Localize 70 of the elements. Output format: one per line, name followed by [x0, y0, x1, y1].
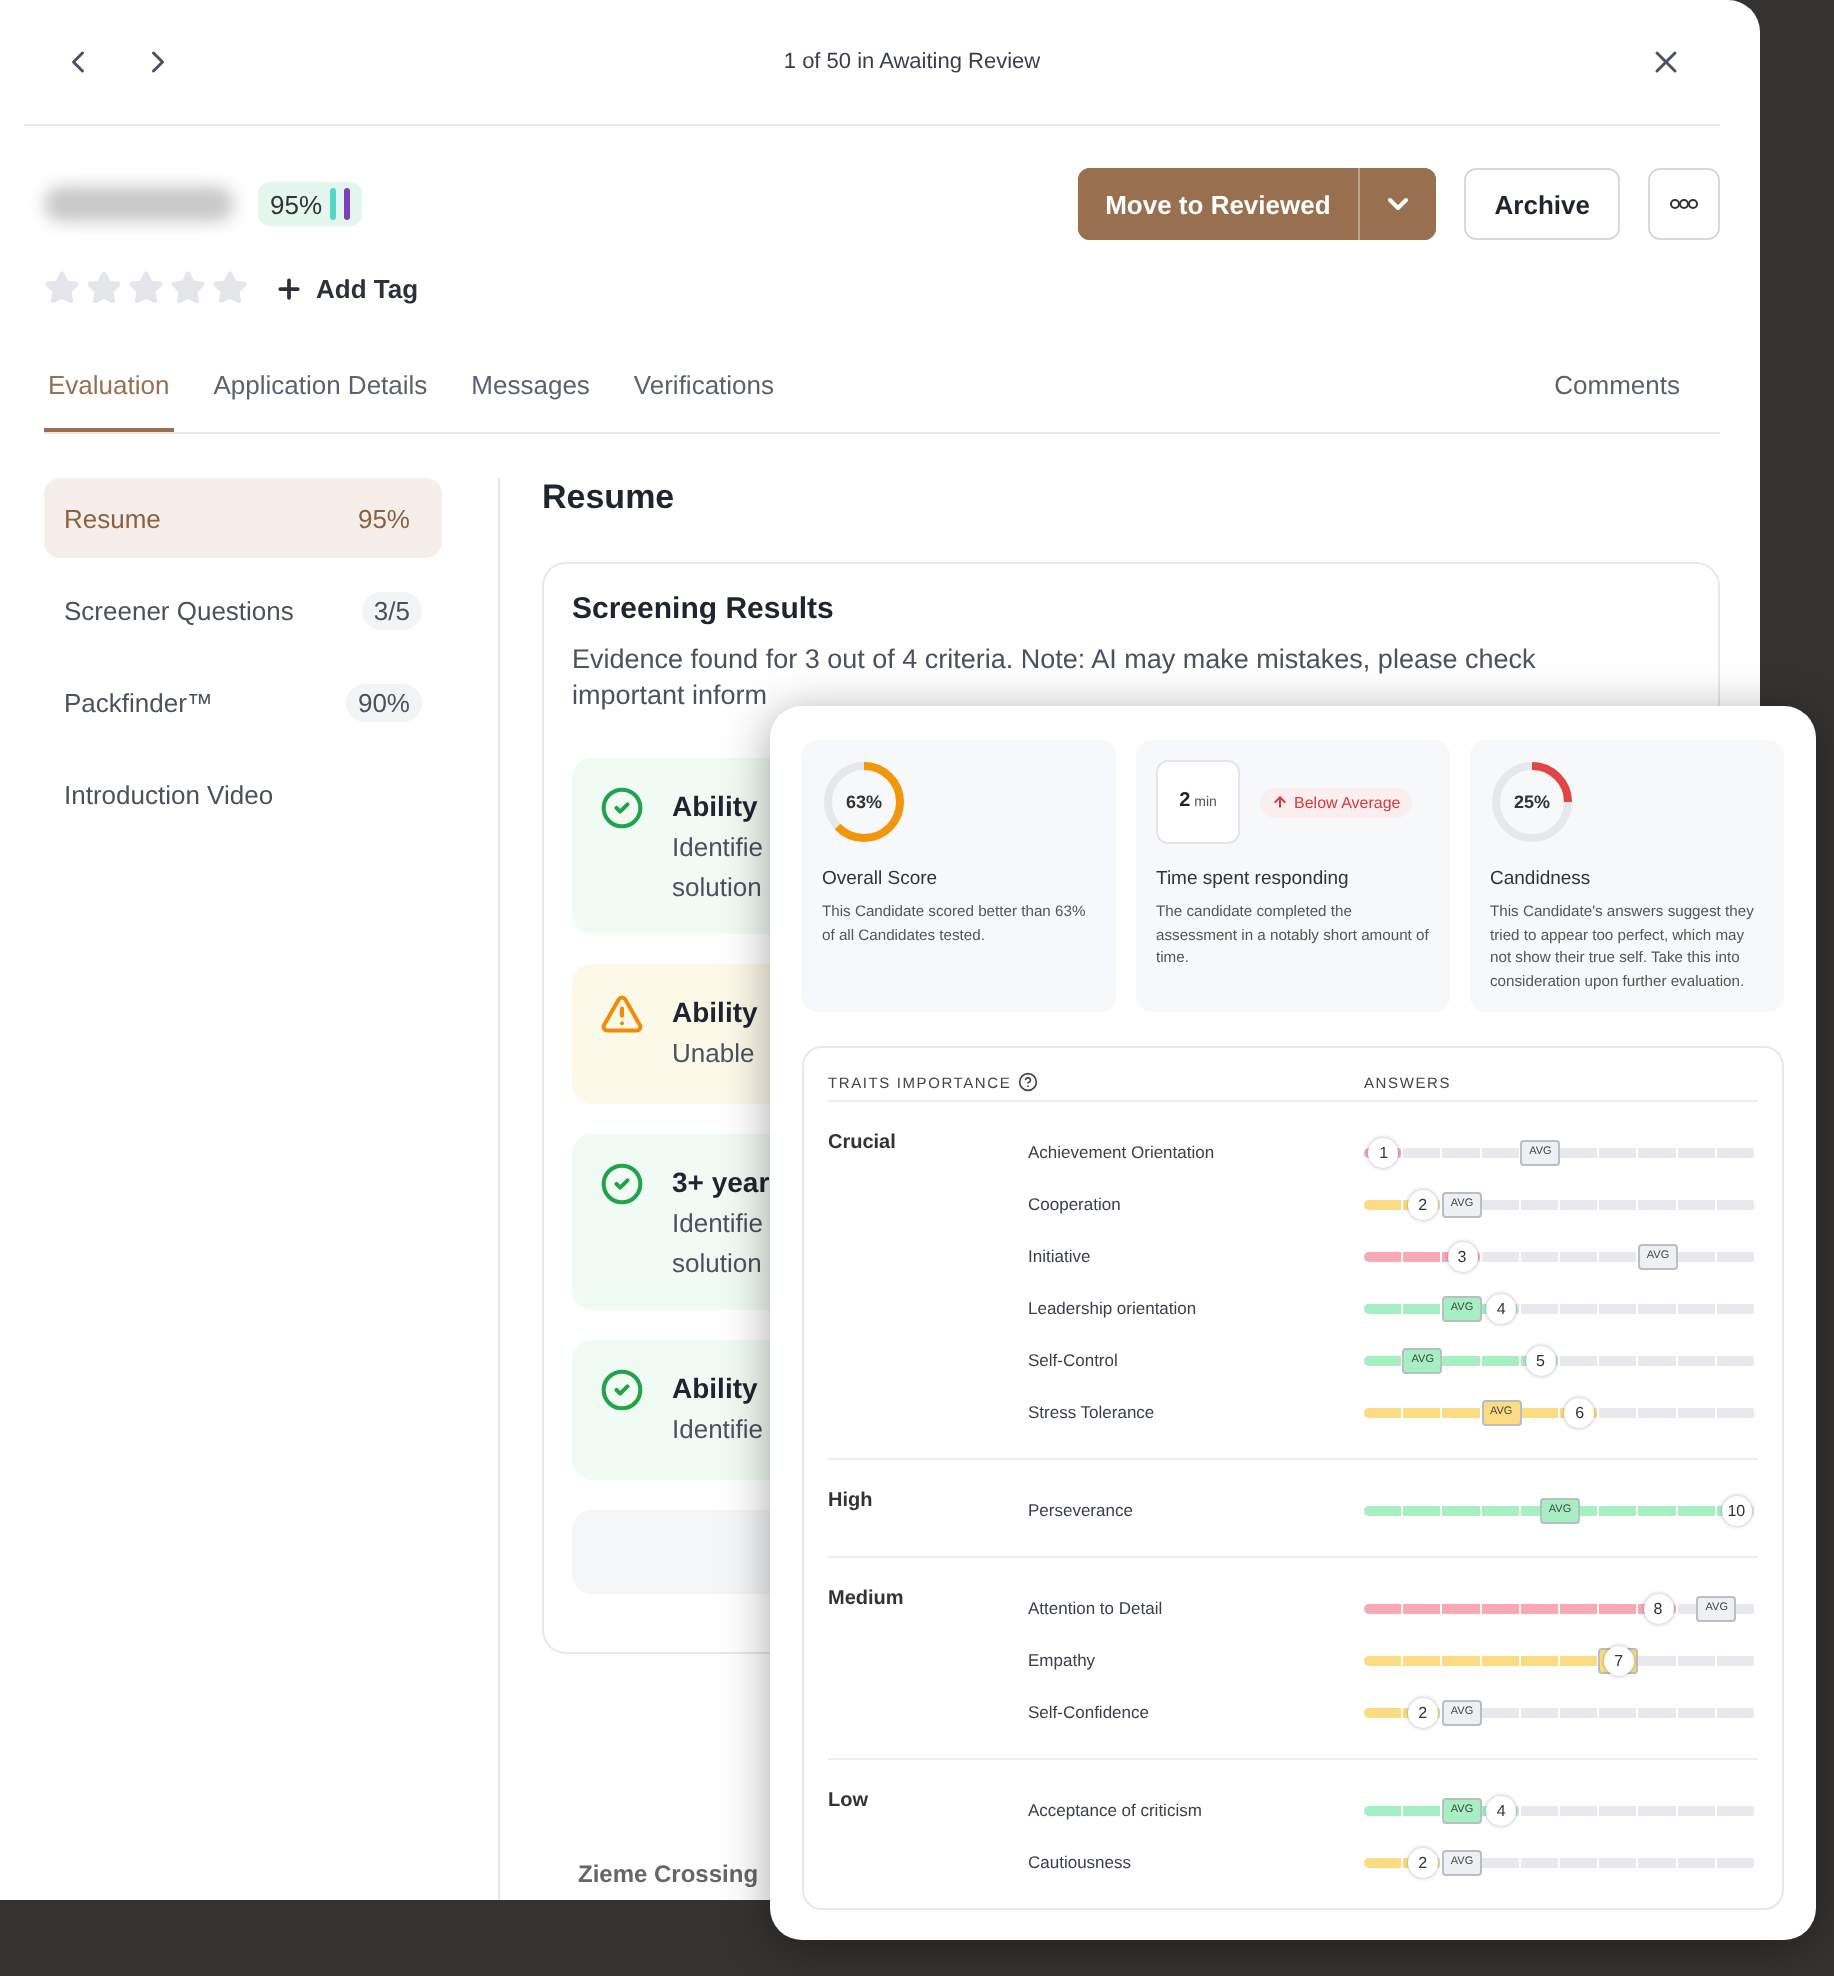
score-marker: 5 — [1525, 1345, 1556, 1375]
importance-label: Low — [828, 1788, 868, 1812]
tab[interactable]: Verifications — [629, 354, 779, 432]
check-icon — [600, 1162, 644, 1206]
stat-title: Overall Score — [822, 868, 940, 890]
trait-name: Perseverance — [1028, 1500, 1133, 1520]
criterion-title: Ability — [672, 1372, 760, 1404]
trait-name: Self-Confidence — [1028, 1702, 1149, 1722]
trait-name: Empathy — [1028, 1650, 1096, 1670]
criterion-detail: Identifie — [672, 832, 764, 862]
trait-name: Leadership orientation — [1028, 1298, 1197, 1318]
importance-label: High — [828, 1488, 873, 1512]
stat-title: Time spent responding — [1156, 868, 1351, 890]
score-marker: 2 — [1407, 1847, 1438, 1877]
criterion-detail: Identifie — [672, 1208, 766, 1238]
importance-label: Medium — [828, 1586, 904, 1610]
record-counter: 1 of 50 in Awaiting Review — [781, 50, 1043, 74]
tab[interactable]: Messages — [467, 354, 594, 432]
trait-name: Attention to Detail — [1028, 1598, 1163, 1618]
score-marker: 3 — [1447, 1241, 1477, 1271]
trait-name: Self-Control — [1028, 1350, 1118, 1370]
check-icon — [600, 1368, 644, 1412]
sidebar-item[interactable]: Resume 95% — [44, 478, 442, 558]
importance-label: Crucial — [828, 1130, 896, 1154]
criterion-title: Ability — [672, 996, 758, 1028]
score-marker: 2 — [1407, 1189, 1438, 1219]
match-badge: 95% — [258, 182, 363, 226]
trait-name: Initiative — [1028, 1246, 1091, 1266]
help-icon[interactable] — [1017, 1072, 1038, 1092]
screening-summary: Evidence found for 3 out of 4 criteria. Note: AI may make mistakes, please check important inform — [572, 642, 1538, 714]
plus-icon — [274, 273, 304, 303]
criterion-detail: solution — [672, 872, 764, 902]
more-button[interactable] — [1648, 168, 1720, 240]
check-icon — [600, 786, 644, 830]
score-marker: 6 — [1564, 1397, 1595, 1427]
score-marker: 4 — [1486, 1795, 1517, 1825]
score-marker: 8 — [1643, 1593, 1673, 1623]
trait-name: Acceptance of criticism — [1028, 1800, 1202, 1820]
score-marker: 10 — [1721, 1495, 1752, 1525]
score-marker: 2 — [1407, 1697, 1438, 1727]
criterion-detail: solution — [672, 1248, 764, 1278]
card-title: Screening Results — [572, 592, 836, 626]
footer-text: Zieme Crossing — [576, 1860, 759, 1888]
criterion-detail: Unable — [672, 1038, 757, 1068]
trait-name: Cautiousness — [1028, 1852, 1132, 1872]
warning-icon — [600, 992, 644, 1036]
score-value: 63% — [845, 792, 882, 812]
trait-name: Stress Tolerance — [1028, 1402, 1155, 1422]
move-button[interactable]: Move to Reviewed — [1077, 168, 1361, 240]
trait-name: Achievement Orientation — [1028, 1142, 1215, 1162]
archive-button[interactable]: Archive — [1464, 168, 1620, 240]
score-marker: 1 — [1368, 1137, 1399, 1167]
criterion-detail: Identifie — [672, 1414, 764, 1444]
sidebar-item[interactable]: Packfinder™ 90% — [44, 662, 442, 742]
tab[interactable]: Evaluation — [44, 354, 174, 432]
more-icon — [1670, 198, 1698, 210]
tab[interactable]: Application Details — [209, 354, 432, 432]
tab[interactable]: Comments — [1550, 354, 1684, 432]
sidebar-item[interactable]: Introduction Video — [44, 754, 442, 834]
add-tag-button[interactable]: Add Tag — [274, 273, 419, 303]
section-title: Resume — [542, 478, 677, 518]
below-average-badge: Below Average — [1260, 787, 1413, 817]
criterion-title: 3+ year — [672, 1166, 770, 1198]
score-value: 25% — [1513, 792, 1550, 812]
trait-name: Cooperation — [1028, 1194, 1121, 1214]
sidebar-item[interactable]: Screener Questions 3/5 — [44, 570, 442, 650]
star-rating[interactable] — [44, 270, 248, 306]
stat-title: Candidness — [1490, 868, 1593, 890]
score-marker: 4 — [1486, 1293, 1517, 1323]
criterion-title: Ability — [672, 790, 760, 822]
